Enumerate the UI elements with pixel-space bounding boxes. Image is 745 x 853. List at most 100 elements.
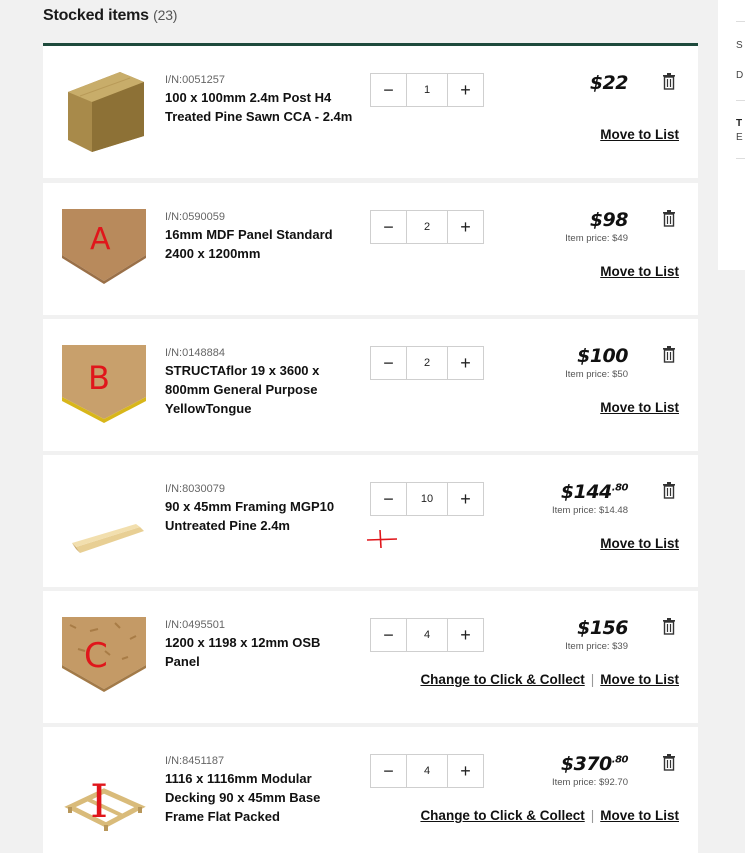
item-info: I/N:0495501 1200 x 1198 x 12mm OSB Panel [165,617,355,671]
decrease-quantity-button[interactable]: − [371,211,406,243]
trash-icon[interactable] [662,754,676,771]
decrease-quantity-button[interactable]: − [371,619,406,651]
annotation-letter: C [84,636,108,676]
product-image-yellowtongue: B [60,339,148,427]
item-total-price: $22 [589,72,629,94]
quantity-value[interactable]: 4 [406,619,448,651]
annotation-letter: I [90,774,108,828]
item-total-price: $370.80 [560,753,629,775]
quantity-stepper: − 2 + [370,210,484,244]
item-actions: Move to List [600,264,679,279]
unit-price: Item price: $39 [565,641,628,652]
cart-item-row: A I/N:0590059 16mm MDF Panel Standard 24… [43,183,698,315]
item-name[interactable]: STRUCTAflor 19 x 3600 x 800mm General Pu… [165,361,355,418]
move-to-list-link[interactable]: Move to List [600,264,679,279]
price-dollars: $370 [560,753,612,775]
price-dollars: $22 [589,72,629,94]
change-to-click-collect-link[interactable]: Change to Click & Collect [420,808,584,823]
summary-total-label: T [736,118,743,129]
unit-price: Item price: $49 [565,233,628,244]
trash-icon[interactable] [662,482,676,499]
quantity-value[interactable]: 1 [406,74,448,106]
item-sku: I/N:8030079 [165,483,225,495]
quantity-value[interactable]: 2 [406,211,448,243]
item-sku: I/N:0590059 [165,211,225,223]
decrease-quantity-button[interactable]: − [371,755,406,787]
quantity-value[interactable]: 4 [406,755,448,787]
move-to-list-link[interactable]: Move to List [600,127,679,142]
move-to-list-link[interactable]: Move to List [600,536,679,551]
cart-item-row: B I/N:0148884 STRUCTAflor 19 x 3600 x 80… [43,319,698,451]
item-name[interactable]: 1116 x 1116mm Modular Decking 90 x 45mm … [165,769,355,826]
unit-price: Item price: $50 [565,369,628,380]
increase-quantity-button[interactable]: + [448,483,483,515]
item-total-price: $98 [590,209,629,231]
divider [736,100,745,101]
item-info: I/N:0590059 16mm MDF Panel Standard 2400… [165,209,355,263]
trash-icon[interactable] [662,618,676,635]
move-to-list-link[interactable]: Move to List [600,808,679,823]
quantity-value[interactable]: 2 [406,347,448,379]
item-name[interactable]: 100 x 100mm 2.4m Post H4 Treated Pine Sa… [165,88,355,126]
decrease-quantity-button[interactable]: − [371,483,406,515]
item-actions: Move to List [600,400,679,415]
item-name[interactable]: 90 x 45mm Framing MGP10 Untreated Pine 2… [165,497,355,535]
quantity-stepper: − 4 + [370,754,484,788]
order-summary-panel: S D T E [718,0,745,270]
section-title-text: Stocked items [43,7,149,24]
cart-item-row: I/N:0051257 100 x 100mm 2.4m Post H4 Tre… [43,46,698,178]
quantity-stepper: − 10 + [370,482,484,516]
summary-label: D [736,70,744,81]
price-cents: .80 [611,754,629,766]
increase-quantity-button[interactable]: + [448,74,483,106]
divider [736,158,745,159]
action-separator: | [590,672,595,687]
product-image-framing-pine [60,475,148,563]
unit-price: Item price: $14.48 [551,505,628,516]
action-separator: | [590,808,595,823]
item-sku: I/N:8451187 [165,755,225,767]
item-actions: Move to List [600,536,679,551]
cart-item-row: I I/N:8451187 1116 x 1116mm Modular Deck… [43,727,698,853]
product-image-osb-panel: C [60,611,148,699]
section-title: Stocked items (23) [43,7,177,25]
price-dollars: $100 [577,345,628,367]
increase-quantity-button[interactable]: + [448,755,483,787]
quantity-value[interactable]: 10 [406,483,448,515]
item-actions: Change to Click & Collect | Move to List [420,808,679,823]
item-info: I/N:0148884 STRUCTAflor 19 x 3600 x 800m… [165,345,355,418]
product-image-post [60,66,148,154]
change-to-click-collect-link[interactable]: Change to Click & Collect [420,672,584,687]
product-image-mdf-panel: A [60,203,148,291]
item-name[interactable]: 1200 x 1198 x 12mm OSB Panel [165,633,355,671]
summary-label: S [736,40,743,51]
trash-icon[interactable] [662,210,676,227]
quantity-stepper: − 4 + [370,618,484,652]
annotation-letter: A [90,222,111,257]
quantity-stepper: − 1 + [370,73,484,107]
decrease-quantity-button[interactable]: − [371,347,406,379]
move-to-list-link[interactable]: Move to List [600,400,679,415]
divider [736,21,745,22]
item-sku: I/N:0148884 [165,347,225,359]
move-to-list-link[interactable]: Move to List [600,672,679,687]
item-actions: Change to Click & Collect | Move to List [420,672,679,687]
increase-quantity-button[interactable]: + [448,211,483,243]
price-dollars: $156 [577,617,628,639]
item-total-price: $100 [577,345,628,367]
increase-quantity-button[interactable]: + [448,619,483,651]
product-image-decking-frame: I [60,747,148,835]
item-info: I/N:0051257 100 x 100mm 2.4m Post H4 Tre… [165,72,355,126]
item-count: (23) [153,7,178,23]
item-name[interactable]: 16mm MDF Panel Standard 2400 x 1200mm [165,225,355,263]
item-sku: I/N:0495501 [165,619,225,631]
trash-icon[interactable] [662,73,676,90]
annotation-letter: B [88,359,110,397]
increase-quantity-button[interactable]: + [448,347,483,379]
item-total-price: $144.80 [561,481,629,503]
price-cents: .80 [611,482,629,494]
trash-icon[interactable] [662,346,676,363]
item-sku: I/N:0051257 [165,74,225,86]
summary-note: E [736,132,743,143]
decrease-quantity-button[interactable]: − [371,74,406,106]
